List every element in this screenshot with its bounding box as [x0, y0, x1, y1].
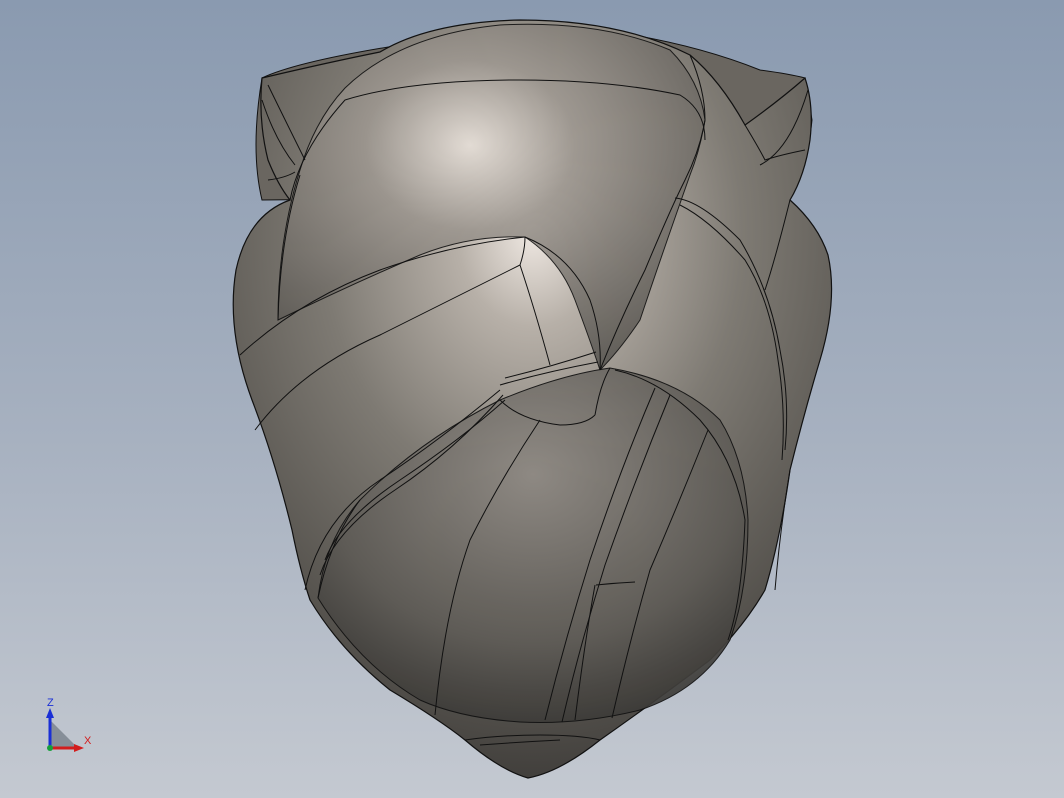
x-axis-label: X [84, 735, 92, 747]
triad-origin-icon [47, 745, 53, 751]
3d-model-part[interactable] [232, 19, 833, 779]
x-axis-arrow-icon [74, 744, 84, 752]
reference-triad: Z X [40, 697, 100, 756]
z-axis-arrow-icon [46, 708, 54, 718]
graphics-area[interactable] [0, 0, 1064, 798]
triad-plane [50, 720, 78, 748]
z-axis-label: Z [47, 697, 54, 709]
